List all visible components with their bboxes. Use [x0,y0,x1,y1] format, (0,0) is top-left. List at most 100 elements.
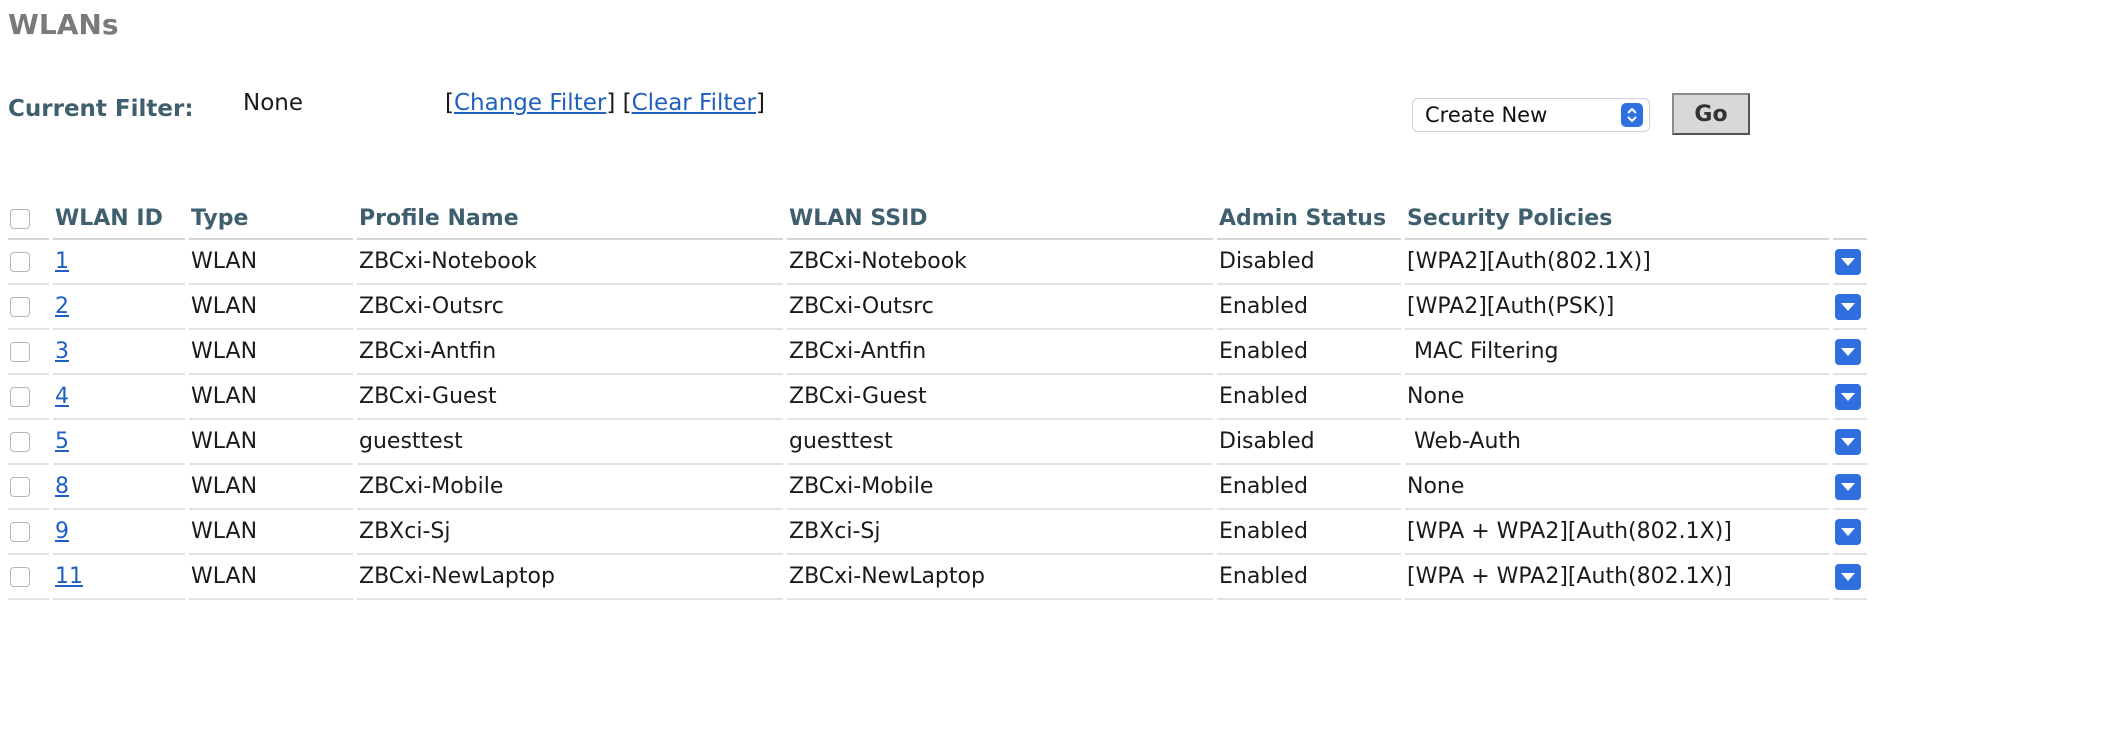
row-dropdown-cell [1833,510,1867,555]
table-row: 2 WLAN ZBCxi-Outsrc ZBCxi-Outsrc Enabled… [8,285,1867,330]
header-actions-spacer [1833,198,1867,240]
row-checkbox[interactable] [10,387,30,407]
wlan-id-link[interactable]: 5 [55,429,69,454]
table-row: 8 WLAN ZBCxi-Mobile ZBCxi-Mobile Enabled… [8,465,1867,510]
dropdown-arrow-icon[interactable] [1835,248,1861,275]
wlan-id-cell: 2 [53,285,185,330]
security-policies-cell: None [1405,465,1829,510]
security-policies-cell: MAC Filtering [1405,330,1829,375]
table-row: 1 WLAN ZBCxi-Notebook ZBCxi-Notebook Dis… [8,240,1867,285]
wlan-id-cell: 5 [53,420,185,465]
security-policies-cell: [WPA2][Auth(PSK)] [1405,285,1829,330]
header-profile-name: Profile Name [357,198,783,240]
row-select-cell [8,375,49,420]
select-all-checkbox[interactable] [10,208,30,229]
type-cell: WLAN [189,465,353,510]
dropdown-arrow-icon[interactable] [1835,518,1861,545]
profile-name-cell: ZBCxi-Outsrc [357,285,783,330]
row-select-cell [8,285,49,330]
wlan-ssid-cell: ZBCxi-NewLaptop [787,555,1213,600]
row-checkbox[interactable] [10,297,30,317]
row-select-cell [8,330,49,375]
wlan-id-cell: 1 [53,240,185,285]
row-dropdown-cell [1833,420,1867,465]
row-checkbox[interactable] [10,522,30,542]
header-security-policies: Security Policies [1405,198,1829,240]
admin-status-cell: Enabled [1217,375,1401,420]
admin-status-cell: Enabled [1217,465,1401,510]
row-dropdown-cell [1833,330,1867,375]
row-dropdown-cell [1833,240,1867,285]
profile-name-cell: ZBCxi-Guest [357,375,783,420]
wlan-ssid-cell: ZBXci-Sj [787,510,1213,555]
row-select-cell [8,510,49,555]
row-checkbox[interactable] [10,477,30,497]
profile-name-cell: guesttest [357,420,783,465]
dropdown-arrow-icon[interactable] [1835,428,1861,455]
dropdown-arrow-icon[interactable] [1835,473,1861,500]
table-row: 3 WLAN ZBCxi-Antfin ZBCxi-Antfin Enabled… [8,330,1867,375]
row-select-cell [8,420,49,465]
table-row: 4 WLAN ZBCxi-Guest ZBCxi-Guest Enabled N… [8,375,1867,420]
profile-name-cell: ZBCxi-Notebook [357,240,783,285]
wlan-id-link[interactable]: 1 [55,249,69,274]
profile-name-cell: ZBCxi-Mobile [357,465,783,510]
table-row: 11 WLAN ZBCxi-NewLaptop ZBCxi-NewLaptop … [8,555,1867,600]
type-cell: WLAN [189,510,353,555]
clear-filter-link[interactable]: Clear Filter [632,90,756,116]
go-button[interactable]: Go [1672,93,1750,135]
security-policies-cell: Web-Auth [1405,420,1829,465]
wlan-id-link[interactable]: 9 [55,519,69,544]
wlan-table: WLAN ID Type Profile Name WLAN SSID Admi… [4,198,1871,600]
row-checkbox[interactable] [10,567,30,587]
select-arrows-icon [1621,103,1643,127]
wlan-ssid-cell: ZBCxi-Mobile [787,465,1213,510]
change-filter-link[interactable]: Change Filter [454,90,606,116]
wlan-id-link[interactable]: 4 [55,384,69,409]
dropdown-arrow-icon[interactable] [1835,563,1861,590]
security-policies-cell: [WPA + WPA2][Auth(802.1X)] [1405,555,1829,600]
wlan-id-link[interactable]: 2 [55,294,69,319]
table-header-row: WLAN ID Type Profile Name WLAN SSID Admi… [8,198,1867,240]
row-checkbox[interactable] [10,342,30,362]
wlan-ssid-cell: guesttest [787,420,1213,465]
admin-status-cell: Disabled [1217,420,1401,465]
wlan-id-cell: 3 [53,330,185,375]
page-title: WLANs [8,8,119,41]
header-admin-status: Admin Status [1217,198,1401,240]
wlan-id-cell: 4 [53,375,185,420]
select-all-cell [8,198,49,240]
dropdown-arrow-icon[interactable] [1835,383,1861,410]
header-wlan-id: WLAN ID [53,198,185,240]
current-filter-value: None [243,90,304,116]
wlan-id-cell: 11 [53,555,185,600]
row-select-cell [8,465,49,510]
admin-status-cell: Disabled [1217,240,1401,285]
type-cell: WLAN [189,285,353,330]
row-dropdown-cell [1833,465,1867,510]
wlan-id-link[interactable]: 8 [55,474,69,499]
row-select-cell [8,555,49,600]
table-row: 5 WLAN guesttest guesttest Disabled Web-… [8,420,1867,465]
wlan-id-link[interactable]: 11 [55,564,83,589]
header-type: Type [189,198,353,240]
security-policies-cell: [WPA + WPA2][Auth(802.1X)] [1405,510,1829,555]
profile-name-cell: ZBCxi-Antfin [357,330,783,375]
profile-name-cell: ZBXci-Sj [357,510,783,555]
row-checkbox[interactable] [10,432,30,452]
dropdown-arrow-icon[interactable] [1835,338,1861,365]
current-filter-label: Current Filter: [8,96,194,122]
wlan-id-link[interactable]: 3 [55,339,69,364]
wlan-ssid-cell: ZBCxi-Notebook [787,240,1213,285]
header-wlan-ssid: WLAN SSID [787,198,1213,240]
filter-actions: [Change Filter] [Clear Filter] [445,90,766,116]
row-dropdown-cell [1833,555,1867,600]
action-select[interactable]: Create New [1412,98,1650,132]
dropdown-arrow-icon[interactable] [1835,293,1861,320]
wlan-id-cell: 9 [53,510,185,555]
admin-status-cell: Enabled [1217,555,1401,600]
type-cell: WLAN [189,555,353,600]
row-dropdown-cell [1833,285,1867,330]
row-checkbox[interactable] [10,252,30,272]
profile-name-cell: ZBCxi-NewLaptop [357,555,783,600]
